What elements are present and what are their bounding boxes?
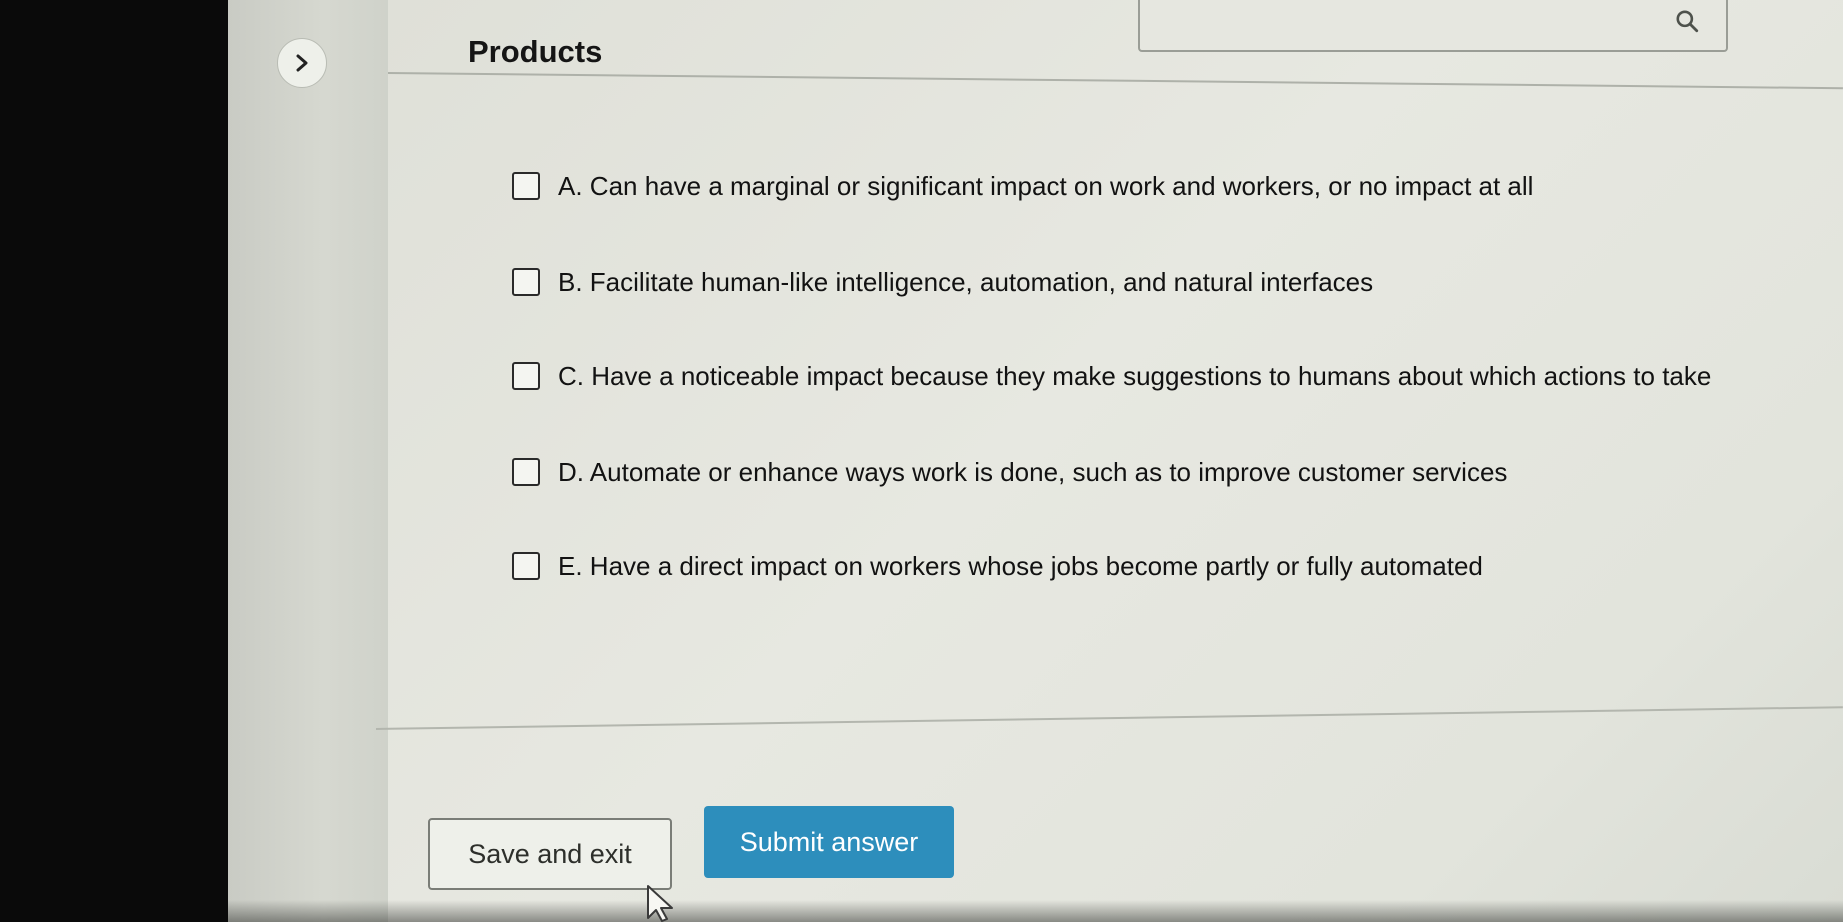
left-sidebar <box>228 0 391 922</box>
option-a-label: A. Can have a marginal or significant im… <box>558 170 1534 201</box>
search-icon[interactable] <box>1674 8 1700 34</box>
option-b-checkbox[interactable] <box>512 268 540 296</box>
search-input[interactable] <box>1138 0 1728 52</box>
option-c-label: C. Have a noticeable impact because they… <box>558 360 1712 391</box>
submit-answer-button[interactable]: Submit answer <box>704 806 954 878</box>
option-c-checkbox[interactable] <box>512 362 540 390</box>
option-a-checkbox[interactable] <box>512 172 540 200</box>
screen: Products A. Can have a marginal or signi… <box>0 0 1843 922</box>
option-c[interactable]: C. Have a noticeable impact because they… <box>512 356 1711 396</box>
save-and-exit-button[interactable]: Save and exit <box>428 818 672 890</box>
option-e-checkbox[interactable] <box>512 552 540 580</box>
option-b-label: B. Facilitate human-like intelligence, a… <box>558 266 1374 297</box>
option-a[interactable]: A. Can have a marginal or significant im… <box>512 166 1533 206</box>
option-b[interactable]: B. Facilitate human-like intelligence, a… <box>512 262 1373 302</box>
expand-sidebar-button[interactable] <box>277 38 327 88</box>
bottom-shadow <box>228 900 1843 922</box>
mouse-pointer-icon <box>647 885 673 922</box>
option-d-label: D. Automate or enhance ways work is done… <box>558 456 1508 487</box>
option-e-label: E. Have a direct impact on workers whose… <box>558 550 1483 581</box>
chevron-right-icon <box>296 54 308 72</box>
option-d[interactable]: D. Automate or enhance ways work is done… <box>512 452 1507 492</box>
page-title: Products <box>468 34 603 69</box>
option-e[interactable]: E. Have a direct impact on workers whose… <box>512 546 1483 586</box>
option-d-checkbox[interactable] <box>512 458 540 486</box>
